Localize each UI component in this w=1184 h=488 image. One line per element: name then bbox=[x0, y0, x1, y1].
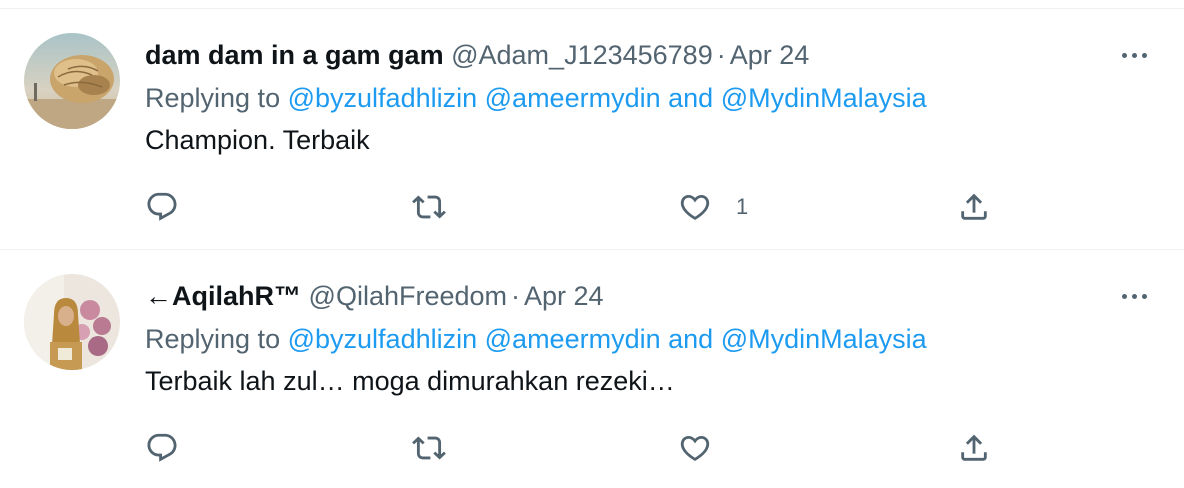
mention-link[interactable]: @ameermydin bbox=[485, 324, 661, 354]
tweet-header: dam dam in a gam gam @Adam_J123456789 · Ap… bbox=[145, 39, 809, 71]
separator-dot: · bbox=[511, 281, 521, 311]
action-bar: 1 bbox=[0, 185, 1184, 229]
mention-link[interactable]: @MydinMalaysia bbox=[721, 324, 927, 354]
replying-to-line: Replying to @byzulfadhlizin @ameermydin … bbox=[145, 82, 927, 114]
share-icon bbox=[961, 193, 987, 220]
tweet-text: Terbaik lah zul… moga dimurahkan rezeki… bbox=[145, 366, 675, 396]
replying-to-line: Replying to @byzulfadhlizin @ameermydin … bbox=[145, 323, 927, 355]
handle[interactable]: @QilahFreedom bbox=[309, 281, 507, 311]
share-button[interactable] bbox=[957, 426, 991, 470]
mention-link[interactable]: @ameermydin bbox=[485, 83, 661, 113]
reply-icon bbox=[147, 433, 177, 462]
reply-icon bbox=[147, 192, 177, 221]
mention-link[interactable]: @MydinMalaysia bbox=[721, 83, 927, 113]
tweet-header: ←AqilahR™ @QilahFreedom · Apr 24 bbox=[145, 280, 604, 312]
separator-dot: · bbox=[716, 40, 726, 70]
mention-conjunction[interactable]: and bbox=[668, 83, 713, 113]
retweet-button[interactable] bbox=[412, 185, 446, 229]
retweet-button[interactable] bbox=[412, 426, 446, 470]
tweet-date[interactable]: Apr 24 bbox=[730, 40, 810, 70]
display-name[interactable]: dam dam in a gam gam bbox=[145, 40, 444, 70]
like-icon bbox=[680, 435, 710, 461]
handle[interactable]: @Adam_J123456789 bbox=[451, 40, 713, 70]
avatar[interactable] bbox=[24, 33, 120, 129]
like-button[interactable] bbox=[678, 426, 736, 470]
more-icon[interactable] bbox=[1116, 43, 1152, 67]
tweet[interactable]: dam dam in a gam gam @Adam_J123456789 · Ap… bbox=[0, 9, 1184, 250]
tweet-date[interactable]: Apr 24 bbox=[524, 281, 604, 311]
like-count: 1 bbox=[736, 194, 749, 219]
avatar-photo-woman-flowers bbox=[24, 274, 120, 370]
avatar[interactable] bbox=[24, 274, 120, 370]
like-button[interactable]: 1 bbox=[678, 185, 748, 229]
reply-button[interactable] bbox=[145, 185, 179, 229]
share-icon bbox=[961, 434, 987, 461]
retweet-icon bbox=[412, 195, 446, 219]
retweet-icon bbox=[412, 436, 446, 460]
replying-to-label: Replying to bbox=[145, 83, 281, 113]
tweet[interactable]: ←AqilahR™ @QilahFreedom · Apr 24 Replying … bbox=[0, 250, 1184, 488]
avatar-photo-driftwood bbox=[24, 33, 120, 129]
action-bar bbox=[0, 426, 1184, 470]
tweet-text: Champion. Terbaik bbox=[145, 125, 370, 155]
more-icon[interactable] bbox=[1116, 284, 1152, 308]
like-icon bbox=[680, 194, 710, 220]
mention-conjunction[interactable]: and bbox=[668, 324, 713, 354]
mention-link[interactable]: @byzulfadhlizin bbox=[288, 324, 478, 354]
reply-button[interactable] bbox=[145, 426, 179, 470]
mention-link[interactable]: @byzulfadhlizin bbox=[288, 83, 478, 113]
share-button[interactable] bbox=[957, 185, 991, 229]
replying-to-label: Replying to bbox=[145, 324, 281, 354]
display-name[interactable]: ←AqilahR™ bbox=[145, 281, 301, 311]
